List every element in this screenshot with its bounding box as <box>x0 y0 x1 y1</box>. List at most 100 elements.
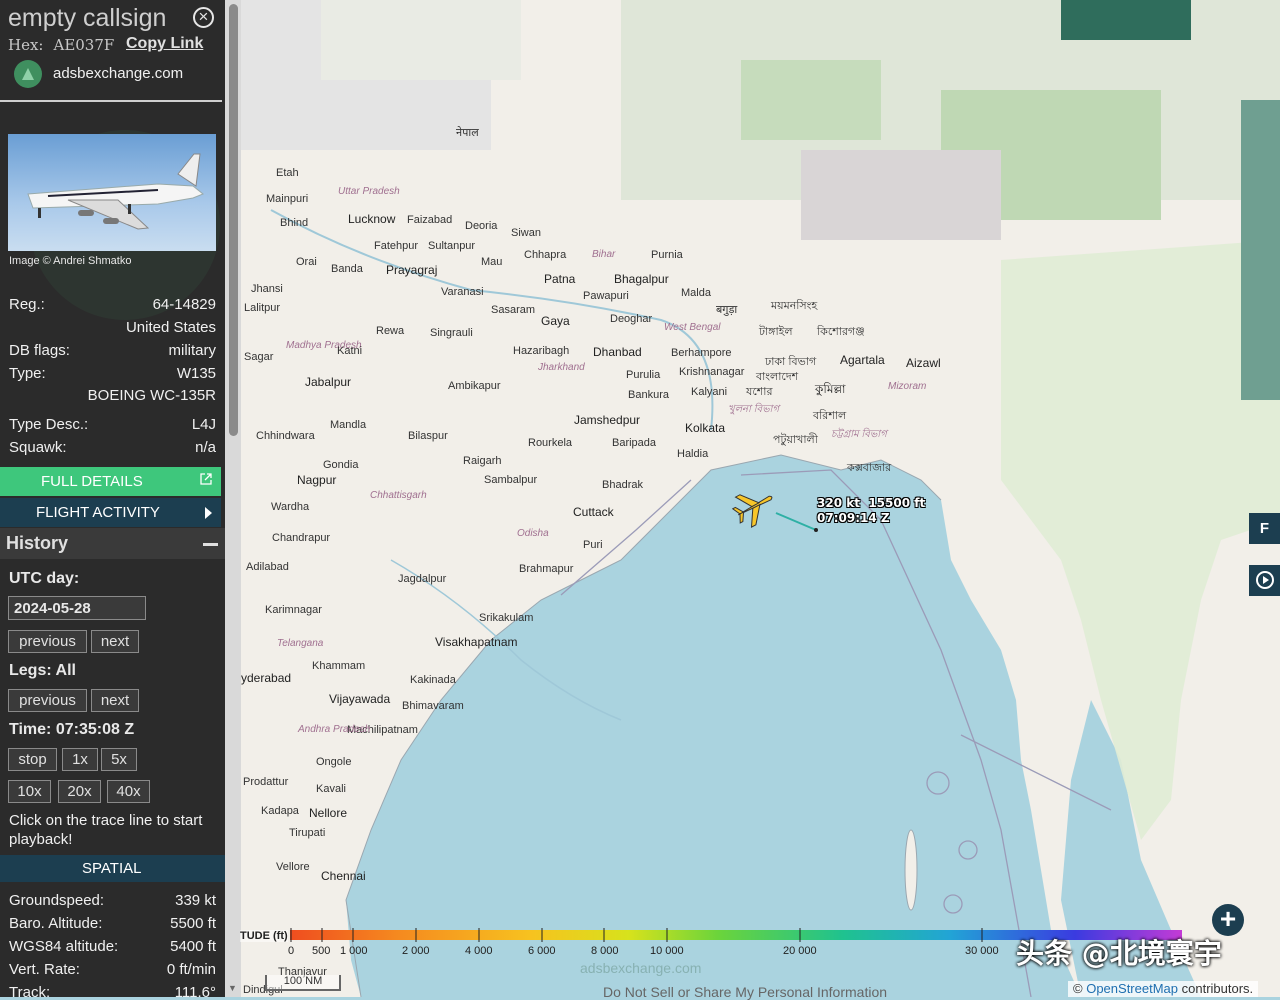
place-label: Sambalpur <box>484 474 538 486</box>
place-label: কক্সবাজার <box>847 462 892 474</box>
speed-10x-button[interactable]: 10x <box>8 780 51 803</box>
baro-altitude-value: 5500 ft <box>170 915 216 932</box>
speed-5x-button[interactable]: 5x <box>101 748 137 771</box>
place-label: Bihar <box>592 249 616 260</box>
place-label: Mandla <box>330 419 367 431</box>
place-label: Singrauli <box>430 327 473 339</box>
place-label: Lucknow <box>348 212 396 226</box>
place-label: Fatehpur <box>374 240 419 252</box>
speed-1x-button[interactable]: 1x <box>62 748 98 771</box>
speed-20x-button[interactable]: 20x <box>58 780 101 803</box>
dbflags-label: DB flags: <box>9 342 70 359</box>
place-label: যশোর <box>746 386 773 398</box>
place-label: Purnia <box>651 249 683 261</box>
aircraft-photo[interactable] <box>8 134 216 251</box>
day-previous-button[interactable]: previous <box>8 630 87 653</box>
place-label: Orai <box>296 256 317 268</box>
scrollbar-thumb[interactable] <box>229 4 238 436</box>
filter-f-button[interactable]: F <box>1249 513 1280 544</box>
place-label: West Bengal <box>664 322 721 333</box>
squawk-value: n/a <box>195 439 216 456</box>
place-label: Prayagraj <box>386 263 438 277</box>
scale-bar: 100 NM <box>265 975 341 991</box>
aircraft-altitude: 15500 ft <box>868 496 926 510</box>
place-label: Vellore <box>276 861 310 873</box>
source-watermark: 头条 @北境寰宇 <box>1016 937 1222 970</box>
hex-label: Hex: <box>8 36 44 54</box>
place-label: Baripada <box>612 437 657 449</box>
vert-rate-label: Vert. Rate: <box>9 961 80 978</box>
collapse-icon[interactable] <box>203 543 218 546</box>
place-label: Raigarh <box>463 455 502 467</box>
place-label: Chhattisgarh <box>370 490 427 501</box>
openstreetmap-link[interactable]: OpenStreetMap <box>1086 981 1178 996</box>
copy-link[interactable]: Copy Link <box>126 35 203 53</box>
place-label: Haldia <box>677 448 709 460</box>
scroll-down-icon[interactable]: ▼ <box>228 983 237 993</box>
vert-rate-value: 0 ft/min <box>166 961 216 978</box>
leg-next-button[interactable]: next <box>91 689 139 712</box>
close-icon[interactable]: × <box>193 7 214 28</box>
place-label: Agartala <box>840 353 885 367</box>
place-label: Hazaribagh <box>513 345 570 357</box>
place-label: Khammam <box>312 660 366 672</box>
type-label: Type: <box>9 365 46 382</box>
legend-tick: 10 000 <box>650 945 684 957</box>
place-label: Deoria <box>465 220 498 232</box>
legend-tick: 8 000 <box>591 945 619 957</box>
place-label: बगुड़ा <box>716 304 738 316</box>
place-label: ময়মনসিংহ <box>771 300 818 312</box>
place-label: Telangana <box>277 638 324 649</box>
map-view[interactable]: नेपाल Etah Uttar Pradesh Mainpuri Luckno… <box>241 0 1280 997</box>
adsbexchange-link[interactable]: adsbexchange.com <box>53 65 183 82</box>
history-title: History <box>6 533 69 553</box>
place-label: খুলনা বিভাগ <box>728 404 779 415</box>
utc-day-input[interactable]: 2024-05-28 <box>8 596 146 620</box>
leg-previous-button[interactable]: previous <box>8 689 87 712</box>
history-header[interactable]: History <box>0 528 225 559</box>
do-not-sell-link[interactable]: Do Not Sell or Share My Personal Informa… <box>603 984 887 1000</box>
legend-tick: 500 <box>312 945 331 957</box>
hex-value: AE037F <box>53 36 115 54</box>
speed-stop-button[interactable]: stop <box>8 748 57 771</box>
place-label: Srikakulam <box>479 612 534 624</box>
place-label: Dhanbad <box>593 345 642 359</box>
legend-tick: 1 000 <box>340 945 368 957</box>
place-label: কিশোরগঞ্জ <box>817 326 865 338</box>
speed-40x-button[interactable]: 40x <box>107 780 150 803</box>
spatial-header[interactable]: SPATIAL <box>0 855 225 882</box>
replay-button[interactable] <box>1249 565 1280 596</box>
place-label: Karimnagar <box>265 604 322 616</box>
place-label: Chennai <box>321 869 366 883</box>
place-label: Sasaram <box>491 304 536 316</box>
legend-tick: 4 000 <box>465 945 493 957</box>
place-label: Kakinada <box>410 674 456 686</box>
full-details-button[interactable]: FULL DETAILS <box>0 467 221 496</box>
place-label: Rewa <box>376 325 405 337</box>
attribution-prefix: © <box>1073 981 1083 996</box>
dbflags-value: military <box>168 342 217 359</box>
place-label: Bhagalpur <box>614 272 669 286</box>
place-label: Siwan <box>511 227 541 239</box>
country-value: United States <box>125 319 216 336</box>
time-label: Time: 07:35:08 Z <box>9 721 135 738</box>
place-label: Wardha <box>271 501 310 513</box>
flight-activity-button[interactable]: FLIGHT ACTIVITY <box>0 498 221 527</box>
place-label: Nellore <box>309 806 348 820</box>
place-label: কুমিল্লা <box>815 382 846 396</box>
place-label: Bankura <box>628 389 669 401</box>
utc-day-label: UTC day: <box>9 570 80 587</box>
adsbexchange-logo-icon[interactable] <box>14 60 42 88</box>
aircraft-label[interactable]: 320 kt 15500 ft 07:09:14 Z <box>817 496 925 526</box>
squawk-label: Squawk: <box>9 439 67 456</box>
place-label: Visakhapatnam <box>435 635 518 649</box>
day-next-button[interactable]: next <box>91 630 139 653</box>
track-value: 111.6° <box>174 984 216 997</box>
map-watermark: adsbexchange.com <box>580 960 702 976</box>
place-label: Ongole <box>316 756 352 768</box>
place-label: Varanasi <box>441 286 484 298</box>
spatial-title: SPATIAL <box>82 860 142 877</box>
place-label: yderabad <box>241 671 292 685</box>
aircraft-marker-icon[interactable] <box>732 483 778 529</box>
place-label: Sagar <box>244 351 274 363</box>
